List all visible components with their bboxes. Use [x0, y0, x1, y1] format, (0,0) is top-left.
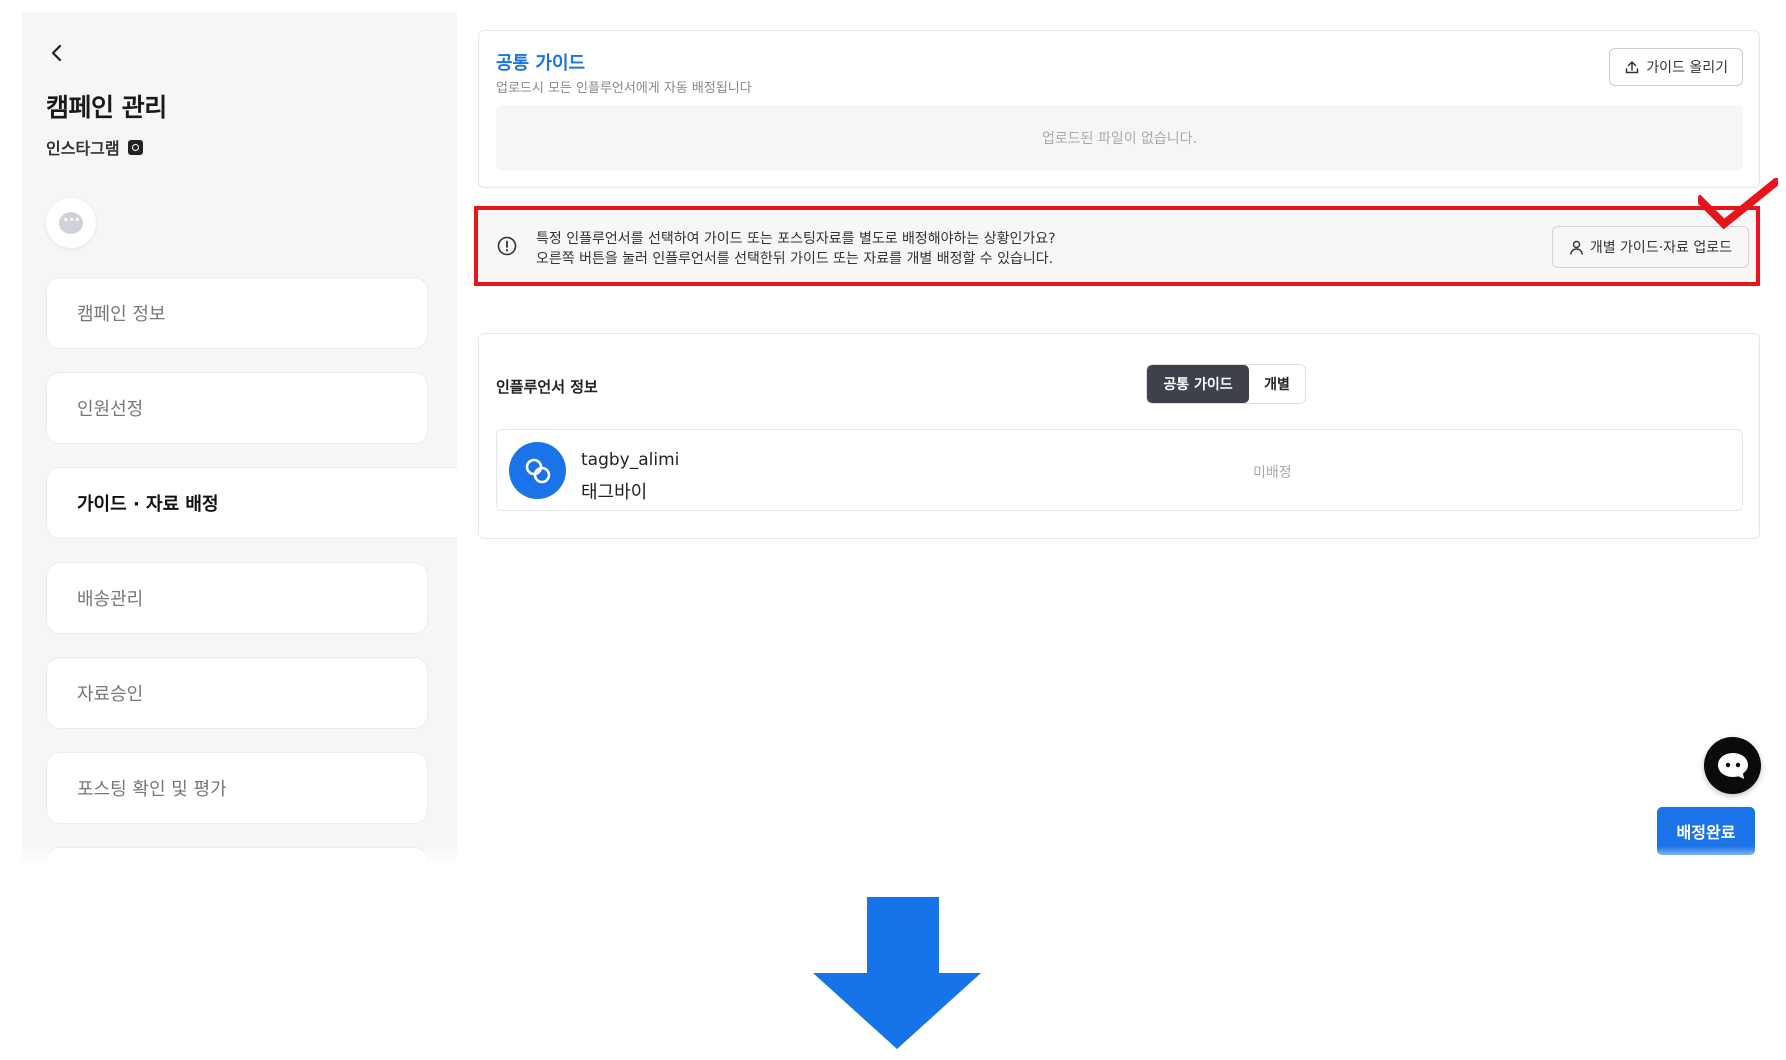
- guide-mode-toggle: 공통 가이드 개별: [1146, 364, 1306, 404]
- screen-capture: 캠페인 관리 인스타그램 캠페인 정보 인원선정 가이드 · 자료 배정 배송관…: [0, 0, 1786, 866]
- assignment-status: 미배정: [1253, 465, 1292, 481]
- sidebar-item-label: 인원선정: [77, 399, 144, 420]
- chatbot-button[interactable]: [1704, 737, 1761, 794]
- notice-text: 특정 인플루언서를 선택하여 가이드 또는 포스팅자료를 별도로 배정해야하는 …: [536, 229, 1056, 269]
- individual-upload-label: 개별 가이드·자료 업로드: [1589, 240, 1732, 256]
- common-guide-description: 업로드시 모든 인플루언서에게 자동 배정됩니다: [496, 81, 752, 96]
- sidebar-item-campaign-info[interactable]: 캠페인 정보: [46, 277, 428, 349]
- bottom-fade: [0, 846, 1786, 866]
- empty-file-area: 업로드된 파일이 없습니다.: [496, 105, 1743, 171]
- influencer-name: 태그바이: [581, 482, 648, 503]
- individual-assign-notice: 특정 인플루언서를 선택하여 가이드 또는 포스팅자료를 별도로 배정해야하는 …: [476, 208, 1761, 286]
- back-button[interactable]: [46, 42, 68, 64]
- tagby-logo-icon: [525, 458, 550, 483]
- influencer-handle: tagby_alimi: [581, 450, 680, 470]
- common-guide-title: 공통 가이드: [496, 53, 586, 74]
- chevron-left-icon: [51, 44, 62, 62]
- sidebar-item-label: 배송관리: [77, 589, 144, 610]
- chat-icon: [1717, 752, 1748, 779]
- upload-icon: [1626, 61, 1639, 74]
- chat-bubble-icon: [59, 211, 83, 234]
- common-guide-card: 공통 가이드 업로드시 모든 인플루언서에게 자동 배정됩니다 가이드 올리기 …: [478, 30, 1760, 188]
- sidebar-item-delivery[interactable]: 배송관리: [46, 562, 428, 634]
- avatar: [509, 442, 566, 499]
- empty-file-text: 업로드된 파일이 없습니다.: [1041, 131, 1198, 147]
- notice-line-1: 특정 인플루언서를 선택하여 가이드 또는 포스팅자료를 별도로 배정해야하는 …: [536, 231, 1056, 247]
- sidebar-item-posting-review[interactable]: 포스팅 확인 및 평가: [46, 752, 428, 824]
- upload-guide-button[interactable]: 가이드 올리기: [1609, 48, 1743, 86]
- down-arrow-icon: [813, 897, 981, 1049]
- sidebar-item-guide-assign[interactable]: 가이드 · 자료 배정: [46, 467, 457, 539]
- channel-name: 인스타그램: [46, 139, 120, 158]
- upload-guide-label: 가이드 올리기: [1646, 60, 1728, 76]
- sidebar-item-selection[interactable]: 인원선정: [46, 372, 428, 444]
- red-checkmark-icon: [1698, 178, 1778, 230]
- sidebar-item-label: 자료승인: [77, 684, 144, 705]
- sidebar-item-label: 캠페인 정보: [77, 304, 166, 325]
- comment-avatar[interactable]: [46, 198, 96, 248]
- instagram-icon: [127, 139, 143, 155]
- toggle-individual[interactable]: 개별: [1249, 365, 1305, 403]
- alert-circle-icon: [497, 236, 517, 256]
- influencer-info-card: 인플루언서 정보 공통 가이드 개별 tagby_alimi 태그바이 미배정: [478, 333, 1760, 539]
- sidebar-item-approval[interactable]: 자료승인: [46, 657, 428, 729]
- influencer-section-title: 인플루언서 정보: [496, 378, 598, 396]
- channel-label: 인스타그램: [46, 135, 143, 159]
- sidebar-title: 캠페인 관리: [46, 93, 167, 122]
- influencer-row[interactable]: tagby_alimi 태그바이 미배정: [496, 429, 1743, 511]
- user-icon: [1569, 240, 1583, 255]
- notice-line-2: 오른쪽 버튼을 눌러 인플루언서를 선택한뒤 가이드 또는 자료를 개별 배정할…: [536, 251, 1054, 267]
- sidebar-item-label: 가이드 · 자료 배정: [77, 494, 219, 515]
- toggle-common-guide[interactable]: 공통 가이드: [1147, 365, 1249, 403]
- sidebar-item-label: 포스팅 확인 및 평가: [77, 779, 227, 800]
